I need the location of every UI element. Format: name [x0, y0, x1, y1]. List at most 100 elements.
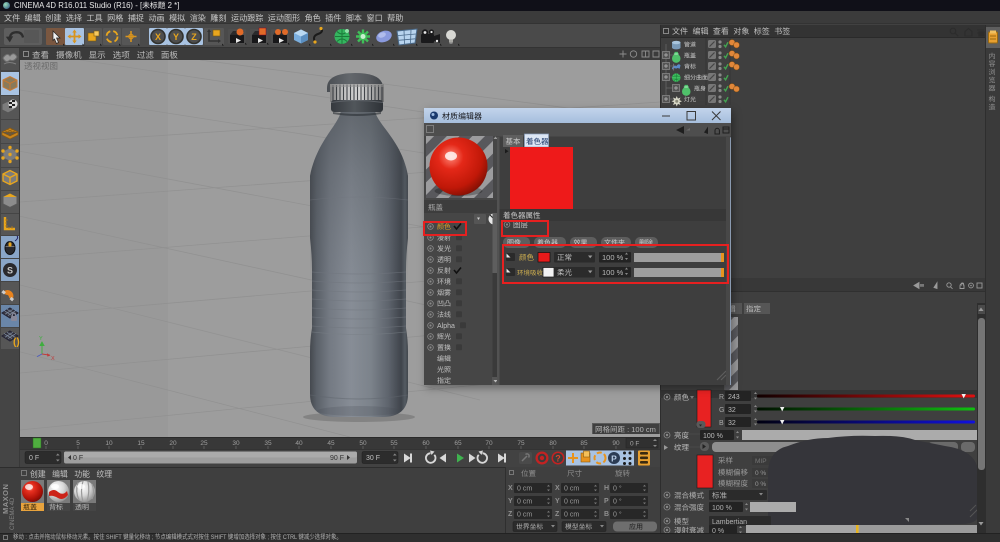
svg-text:0 cm: 0 cm: [564, 512, 579, 519]
svg-text:反射: 反射: [437, 267, 451, 275]
svg-text:混合模式: 混合模式: [674, 491, 704, 500]
svg-text:243: 243: [728, 394, 740, 401]
svg-text:着色器: 着色器: [526, 137, 549, 146]
svg-text:瓶盖: 瓶盖: [428, 203, 443, 212]
svg-text:(): (): [13, 337, 20, 348]
svg-text:指定: 指定: [746, 305, 761, 314]
svg-text:瓶身: 瓶身: [694, 85, 706, 93]
svg-text:?: ?: [555, 454, 561, 464]
svg-text:B: B: [604, 511, 609, 518]
svg-text:标准: 标准: [712, 491, 727, 500]
svg-text:0 %: 0 %: [755, 481, 766, 488]
svg-text:环境: 环境: [437, 278, 451, 286]
svg-text:100 %: 100 %: [712, 505, 732, 512]
svg-text:P: P: [611, 454, 617, 464]
svg-text:管道: 管道: [684, 41, 696, 49]
svg-text:90 F: 90 F: [330, 455, 344, 462]
svg-text:85: 85: [580, 440, 588, 447]
svg-text:0 cm: 0 cm: [517, 486, 532, 493]
svg-text:80: 80: [549, 440, 557, 447]
svg-text:0 °: 0 °: [613, 485, 622, 493]
svg-text:0 °: 0 °: [613, 498, 622, 506]
svg-text:灯光: 灯光: [684, 96, 696, 104]
svg-text:Y: Y: [173, 32, 179, 42]
svg-text:背标: 背标: [684, 63, 696, 71]
svg-text:H: H: [604, 485, 609, 492]
svg-text:亮度: 亮度: [674, 431, 689, 440]
svg-text:法线: 法线: [437, 311, 451, 319]
svg-text:0 %: 0 %: [755, 470, 766, 477]
svg-text:0 cm: 0 cm: [517, 499, 532, 506]
svg-text:X: X: [555, 485, 560, 492]
svg-text:X: X: [508, 485, 513, 492]
svg-text:X: X: [51, 356, 55, 362]
svg-text:透明: 透明: [437, 256, 451, 264]
svg-text:32: 32: [728, 407, 736, 414]
svg-text:10: 10: [105, 440, 113, 447]
svg-text:0 cm: 0 cm: [564, 499, 579, 506]
svg-text:40: 40: [295, 440, 303, 447]
svg-text:15: 15: [137, 440, 145, 447]
svg-text:Z: Z: [555, 511, 560, 518]
svg-text:编辑: 编辑: [437, 355, 451, 363]
svg-text:G: G: [719, 407, 724, 414]
svg-text:模型坐标: 模型坐标: [565, 523, 592, 531]
svg-text:MIP: MIP: [755, 458, 767, 465]
svg-text:应用: 应用: [629, 523, 643, 531]
svg-text:5: 5: [76, 440, 80, 447]
svg-text:20: 20: [169, 440, 177, 447]
svg-text:25: 25: [200, 440, 208, 447]
svg-text:0: 0: [44, 440, 48, 447]
svg-text:0 cm: 0 cm: [517, 512, 532, 519]
svg-text:70: 70: [485, 440, 493, 447]
svg-text:Y: Y: [555, 498, 560, 505]
svg-text:Y: Y: [508, 498, 513, 505]
svg-text:R: R: [719, 394, 724, 401]
svg-text:75: 75: [517, 440, 525, 447]
svg-text:采样: 采样: [718, 456, 733, 465]
svg-text:60: 60: [422, 440, 430, 447]
svg-text:模糊偏移: 模糊偏移: [718, 468, 748, 477]
svg-text:光照: 光照: [437, 366, 451, 374]
svg-text:35: 35: [264, 440, 272, 447]
svg-text:指定: 指定: [437, 377, 451, 385]
svg-text:模糊程度: 模糊程度: [718, 479, 748, 488]
svg-text:置换: 置换: [437, 344, 451, 352]
svg-text:透明: 透明: [75, 504, 89, 512]
svg-text:90: 90: [612, 440, 620, 447]
svg-text:P: P: [604, 498, 609, 505]
svg-text:0 cm: 0 cm: [564, 486, 579, 493]
svg-text:混合强度: 混合强度: [674, 503, 704, 512]
svg-text:100 %: 100 %: [703, 433, 723, 440]
svg-text:65: 65: [454, 440, 462, 447]
svg-text:45: 45: [327, 440, 335, 447]
svg-text:32: 32: [728, 420, 736, 427]
svg-text:S: S: [7, 266, 13, 276]
svg-text:30 F: 30 F: [366, 455, 380, 462]
svg-text:30: 30: [232, 440, 240, 447]
svg-text:世界坐标: 世界坐标: [516, 523, 543, 531]
svg-text:Alpha: Alpha: [437, 323, 455, 330]
svg-text:55: 55: [390, 440, 398, 447]
svg-text:B: B: [719, 420, 724, 427]
svg-text:0 F: 0 F: [73, 455, 83, 462]
svg-text:纹理: 纹理: [674, 443, 689, 452]
svg-text:50: 50: [359, 440, 367, 447]
svg-text:瓶盖: 瓶盖: [23, 504, 37, 512]
svg-text:Z: Z: [508, 511, 513, 518]
svg-text:Z: Z: [191, 32, 197, 42]
svg-text:细分曲面: 细分曲面: [684, 74, 708, 82]
svg-text:烟雾: 烟雾: [437, 289, 451, 297]
svg-text:发光: 发光: [437, 245, 451, 253]
svg-text:0 F: 0 F: [29, 455, 39, 462]
svg-text:辉光: 辉光: [437, 333, 451, 341]
svg-text:X: X: [155, 32, 161, 42]
svg-text:背标: 背标: [49, 504, 63, 512]
svg-text:基本: 基本: [506, 137, 521, 146]
svg-text:Y: Y: [39, 336, 43, 342]
svg-text:颜色: 颜色: [674, 393, 689, 402]
svg-text:0 °: 0 °: [613, 511, 622, 519]
svg-text:材质编辑器: 材质编辑器: [442, 112, 482, 121]
svg-text:着色器属性: 着色器属性: [503, 211, 541, 220]
svg-text:凹凸: 凹凸: [437, 300, 451, 308]
